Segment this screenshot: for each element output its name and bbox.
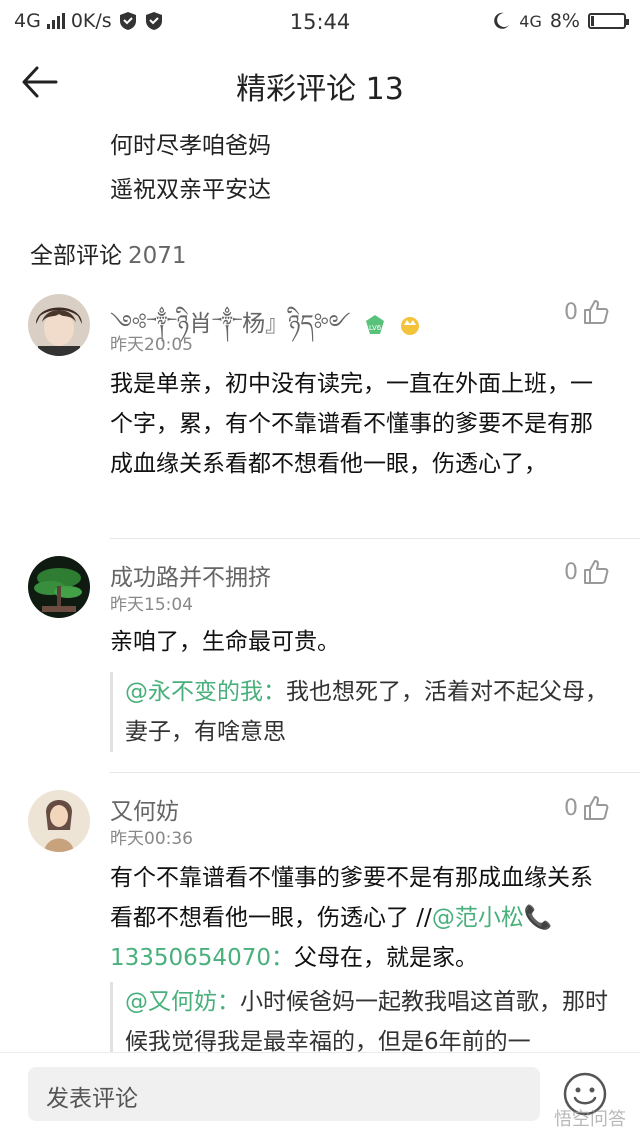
comment-body: 亲咱了，生命最可贵。: [110, 629, 340, 655]
avatar[interactable]: [28, 556, 90, 618]
network-type-label: 4G: [519, 11, 542, 31]
username[interactable]: 又何妨: [110, 792, 179, 826]
avatar[interactable]: [28, 790, 90, 852]
thumbs-up-icon: [584, 796, 609, 820]
crown-badge-icon: [401, 316, 420, 335]
body-text: 父母在，就是家。: [293, 945, 478, 971]
bottom-bar: 发表评论 悟空问答: [0, 1052, 640, 1139]
status-right: 4G 8%: [491, 10, 629, 32]
avatar-image: [28, 556, 90, 618]
page-title: 精彩评论 13: [236, 72, 404, 107]
moon-icon: [494, 12, 510, 29]
comment-time: 昨天00:36: [110, 829, 193, 849]
section-label: 全部评论: [30, 243, 122, 269]
username[interactable]: 成功路并不拥挤: [110, 558, 271, 592]
answer-excerpt: 何时尽孝咱爸妈 遥祝双亲平安达: [110, 124, 271, 212]
header: 精彩评论 13: [0, 52, 640, 112]
excerpt-line: 遥祝双亲平安达: [110, 177, 271, 203]
mention-link[interactable]: @又何妨：: [125, 989, 240, 1015]
comment-input[interactable]: 发表评论: [28, 1067, 540, 1121]
battery-percent: 8%: [549, 10, 580, 32]
avatar-image: [28, 790, 90, 852]
avatar[interactable]: [28, 294, 90, 356]
watermark: 悟空问答: [554, 1109, 626, 1130]
like-count: 0: [564, 795, 578, 821]
reply-quote: @又何妨：小时候爸妈一起教我唱这首歌，那时候我觉得我是最幸福的，但是6年前的一: [110, 982, 615, 1062]
avatar-image: [28, 294, 90, 356]
divider: [110, 538, 640, 539]
comment-body: 我是单亲，初中没有读完，一直在外面上班，一个字，累，有个不靠谱看不懂事的爹要不是…: [110, 371, 593, 477]
svg-text:LV6: LV6: [369, 324, 382, 332]
like-button[interactable]: 0: [564, 298, 610, 326]
mention-link[interactable]: @永不变的我：: [125, 679, 286, 705]
comment-count: 2071: [128, 243, 187, 269]
like-button[interactable]: 0: [564, 794, 610, 822]
battery-icon: [588, 13, 629, 29]
divider: [110, 772, 640, 773]
status-bar: 4G 0K/s 15:44 4G 8%: [0, 0, 640, 44]
like-count: 0: [564, 559, 578, 585]
comment-input-placeholder: 发表评论: [46, 1086, 138, 1112]
thumbs-up-icon: [584, 560, 609, 584]
all-comments-heading: 全部评论 2071: [30, 236, 187, 270]
comment-body: 有个不靠谱看不懂事的爹要不是有那成血缘关系看都不想看他一眼，伤透心了 //@范小…: [110, 858, 615, 978]
excerpt-line: 何时尽孝咱爸妈: [110, 133, 271, 159]
like-button[interactable]: 0: [564, 558, 610, 586]
comment-time: 昨天15:04: [110, 595, 193, 615]
comment-time: 昨天20:05: [110, 335, 193, 355]
thumbs-up-icon: [584, 300, 609, 324]
like-count: 0: [564, 299, 578, 325]
reply-quote: @永不变的我：我也想死了，活着对不起父母，妻子，有啥意思: [110, 672, 615, 752]
level-badge-icon: LV6: [365, 314, 384, 334]
